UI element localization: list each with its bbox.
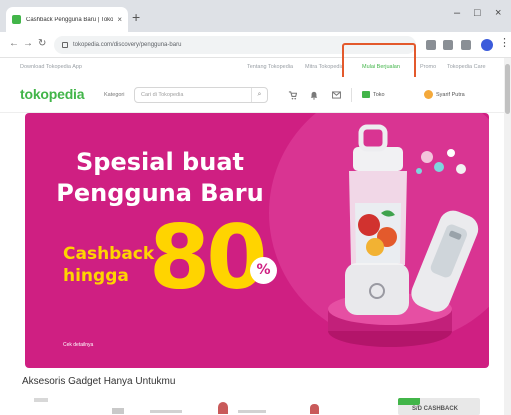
topbar-link-promo[interactable]: Promo bbox=[420, 64, 436, 70]
browser-tab[interactable]: Cashback Pengguna Baru | Tokopedia × bbox=[6, 7, 128, 32]
header-divider bbox=[351, 88, 352, 102]
promo-tag-text: S/D CASHBACK bbox=[412, 406, 459, 412]
kategori-menu[interactable]: Kategori bbox=[104, 92, 125, 98]
headline-line-1: Spesial buat bbox=[76, 148, 244, 176]
topbar-link-mitra[interactable]: Mitra Tokopedia bbox=[305, 64, 344, 70]
product-thumbnail-4[interactable] bbox=[218, 402, 228, 414]
percent-badge: % bbox=[250, 257, 277, 284]
tokopedia-logo[interactable]: tokopedia bbox=[20, 86, 85, 102]
close-window-button[interactable]: × bbox=[495, 8, 501, 19]
lock-icon bbox=[62, 42, 68, 48]
product-thumbnail-5[interactable] bbox=[238, 410, 266, 413]
store-icon bbox=[362, 91, 370, 98]
account-button[interactable]: Syarif Putra bbox=[424, 90, 465, 99]
tab-title: Cashback Pengguna Baru | Tokopedia bbox=[26, 16, 114, 23]
cashback-label: Cashback hingga bbox=[63, 243, 154, 287]
tokopedia-favicon-icon bbox=[12, 15, 21, 24]
cashback-amount: 80 bbox=[149, 206, 267, 309]
account-name: Syarif Putra bbox=[436, 91, 465, 98]
site-topbar: Download Tokopedia App Tentang Tokopedia… bbox=[0, 58, 504, 77]
tab-close-icon[interactable]: × bbox=[117, 15, 122, 24]
cart-icon[interactable] bbox=[288, 91, 298, 102]
forward-button[interactable]: → bbox=[23, 38, 33, 50]
cashback-line-1: Cashback bbox=[63, 244, 155, 264]
promo-tag-badge bbox=[398, 398, 420, 405]
product-thumbnail-6[interactable] bbox=[310, 404, 319, 414]
url-text: tokopedia.com/discovery/pengguna-baru bbox=[73, 42, 182, 48]
blender-bottle-product-image bbox=[328, 124, 479, 347]
back-button[interactable]: ← bbox=[9, 38, 19, 50]
topbar-link-care[interactable]: Tokopedia Care bbox=[447, 64, 486, 70]
topbar-link-tentang[interactable]: Tentang Tokopedia bbox=[247, 64, 293, 70]
profile-avatar-icon[interactable] bbox=[481, 39, 493, 51]
search-placeholder: Cari di Tokopedia bbox=[141, 92, 184, 98]
toko-label: Toko bbox=[373, 91, 385, 98]
promo-tag[interactable]: S/D CASHBACK bbox=[398, 398, 480, 415]
search-icon[interactable]: ⌕ bbox=[251, 88, 267, 102]
scrollbar-thumb[interactable] bbox=[505, 64, 510, 114]
search-input[interactable]: Cari di Tokopedia ⌕ bbox=[134, 87, 268, 103]
minimize-button[interactable]: – bbox=[454, 8, 460, 19]
cashback-line-2: hingga bbox=[63, 266, 129, 286]
site-header: tokopedia Kategori Cari di Tokopedia ⌕ T… bbox=[0, 77, 504, 113]
user-avatar-icon bbox=[424, 90, 433, 99]
download-app-link[interactable]: Download Tokopedia App bbox=[20, 64, 82, 70]
new-tab-button[interactable]: + bbox=[132, 10, 140, 24]
extension-icon-3[interactable] bbox=[461, 40, 471, 50]
reload-button[interactable]: ↻ bbox=[38, 38, 46, 50]
extension-icon-2[interactable] bbox=[443, 40, 453, 50]
browser-tab-strip: Cashback Pengguna Baru | Tokopedia × + –… bbox=[0, 0, 511, 32]
toko-button[interactable]: Toko bbox=[362, 91, 385, 98]
section-title: Aksesoris Gadget Hanya Untukmu bbox=[22, 376, 176, 387]
banner-headline: Spesial buat Pengguna Baru bbox=[25, 147, 295, 209]
browser-menu-icon[interactable]: ⋮ bbox=[499, 37, 510, 49]
product-thumbnail-3[interactable] bbox=[150, 410, 182, 413]
mail-icon[interactable] bbox=[332, 91, 341, 101]
extension-icon[interactable] bbox=[426, 40, 436, 50]
maximize-button[interactable]: □ bbox=[474, 8, 481, 19]
headline-line-2: Pengguna Baru bbox=[56, 179, 264, 207]
banner-detail-link[interactable]: Cek detailnya bbox=[63, 342, 93, 348]
product-thumbnail-2[interactable] bbox=[112, 408, 124, 414]
bell-icon[interactable] bbox=[310, 91, 318, 102]
browser-toolbar: ← → ↻ tokopedia.com/discovery/pengguna-b… bbox=[0, 32, 511, 58]
product-thumbnail[interactable] bbox=[34, 398, 48, 402]
promo-banner[interactable]: Spesial buat Pengguna Baru Cashback hing… bbox=[25, 113, 489, 368]
